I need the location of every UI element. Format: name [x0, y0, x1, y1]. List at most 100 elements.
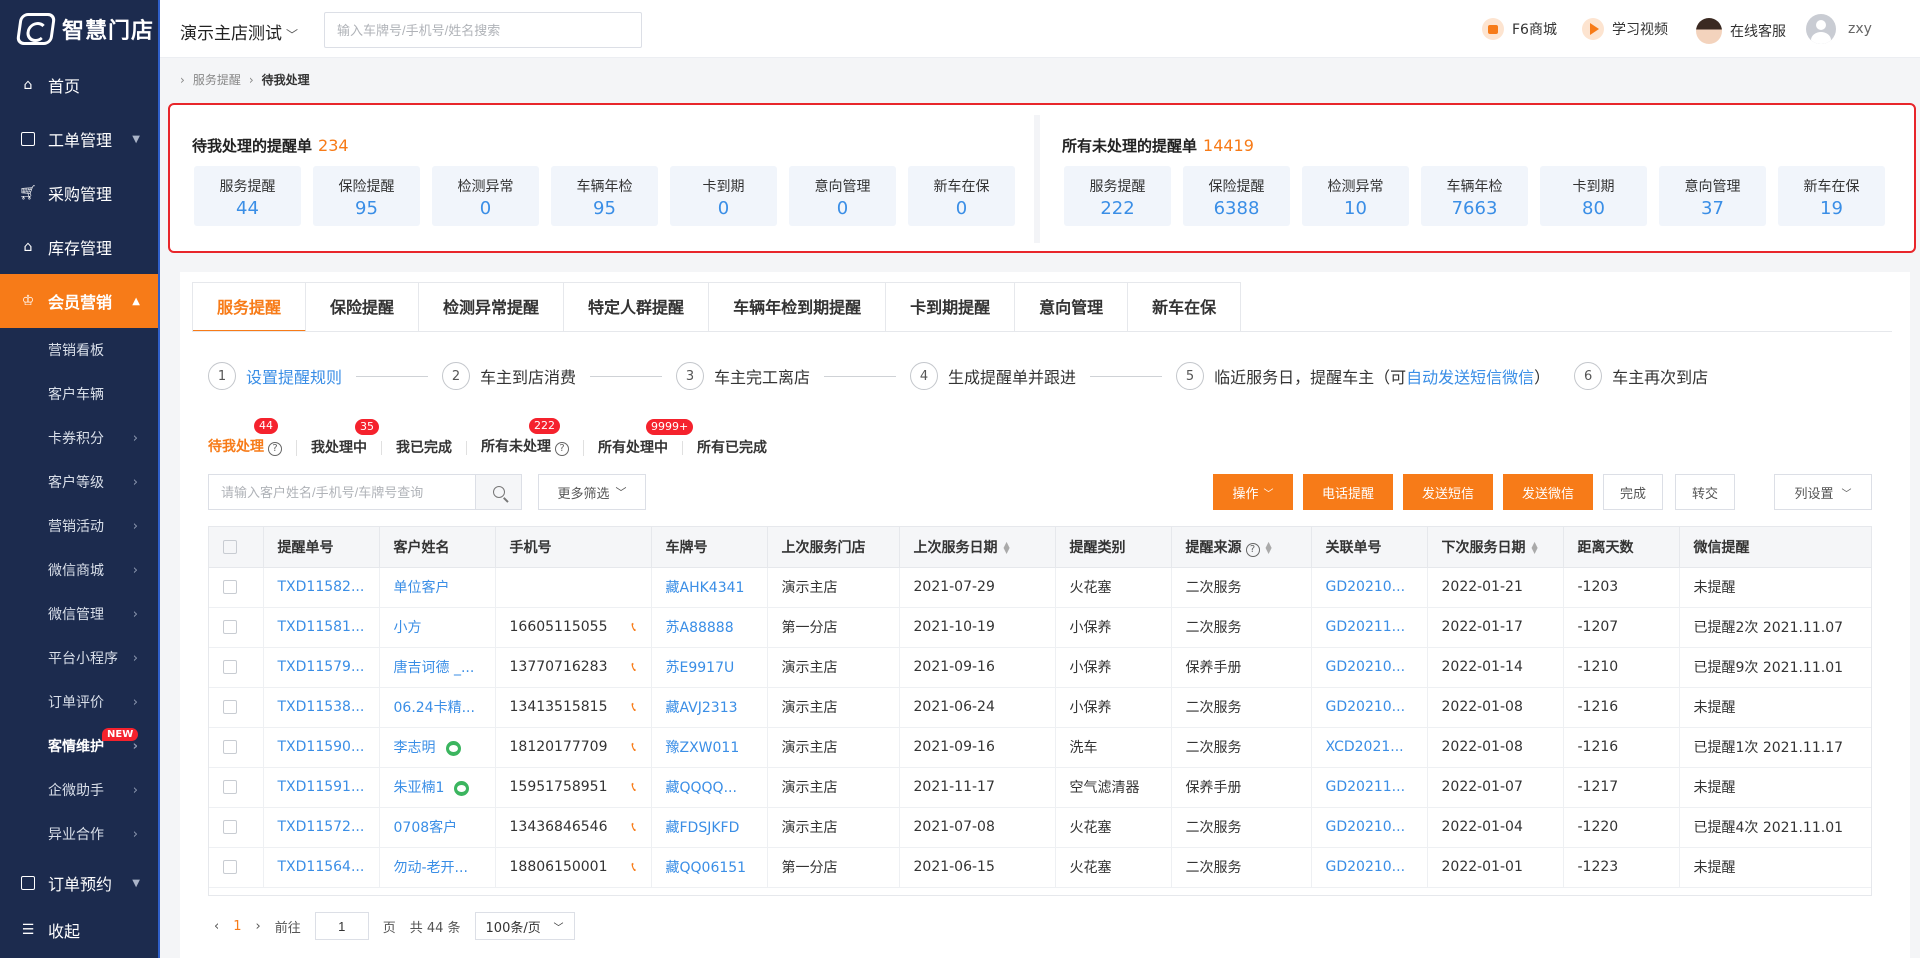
checkbox[interactable]	[223, 620, 237, 634]
help-icon[interactable]: ?	[1245, 542, 1260, 557]
more-filter-button[interactable]: 更多筛选 ﹀	[538, 474, 646, 510]
phone-icon[interactable]: 📞︎	[632, 620, 637, 635]
select-all-checkbox-cell[interactable]	[209, 527, 264, 568]
table-cell[interactable]: GD20210...	[1311, 647, 1428, 688]
phone-icon[interactable]: 📞︎	[632, 860, 637, 875]
table-row[interactable]: TXD11582... 单位客户 藏AHK4341 演示主店 2021-07-29 火花塞…	[209, 567, 1871, 608]
tab-intention[interactable]: 意向管理	[1015, 283, 1129, 332]
tab-annual-inspection[interactable]: 车辆年检到期提醒	[709, 283, 887, 332]
column-header-sortable[interactable]: 下次服务日期 ▲ ▼	[1427, 527, 1564, 568]
sidebar-sub-item[interactable]: 企微助手 ›	[0, 768, 158, 812]
tab-inspection-anomaly[interactable]: 检测异常提醒	[419, 283, 565, 332]
table-cell[interactable]: GD20210...	[1311, 847, 1428, 888]
table-cell[interactable]: GD20210...	[1311, 687, 1428, 728]
table-row[interactable]: TXD11581... 小方 16605115055 📞︎ 苏A88888 第一分店 202…	[209, 607, 1871, 648]
summary-card[interactable]: 新车在保 0	[908, 166, 1015, 226]
table-cell[interactable]: TXD11591...	[263, 767, 380, 808]
phone-icon[interactable]: 📞︎	[632, 700, 637, 715]
table-cell[interactable]: GD20210...	[1311, 567, 1428, 608]
customer-name-link[interactable]: 0708客户	[379, 807, 496, 848]
sidebar-collapse-button[interactable]: ☰ 收起	[0, 910, 158, 950]
summary-card[interactable]: 卡到期 80	[1540, 166, 1647, 226]
current-page[interactable]: 1	[233, 919, 241, 934]
send-wechat-button[interactable]: 发送微信	[1503, 474, 1593, 510]
summary-card[interactable]: 卡到期 0	[670, 166, 777, 226]
sidebar-item-home[interactable]: ⌂ 首页	[0, 58, 158, 112]
status-tab-all-pending[interactable]: 222 所有未处理?	[467, 418, 584, 456]
customer-name-link[interactable]: 勿动-老开...	[379, 847, 496, 888]
summary-card[interactable]: 保险提醒 6388	[1183, 166, 1290, 226]
online-service-link[interactable]: 在线客服	[1696, 18, 1786, 44]
sidebar-sub-item[interactable]: 客情维护 NEW ›	[0, 724, 158, 768]
sidebar-item-appointments[interactable]: 订单预约 ▼	[0, 856, 158, 910]
sidebar-sub-item[interactable]: 营销看板	[0, 328, 158, 372]
user-menu[interactable]: zxy	[1806, 14, 1872, 44]
customer-name-link[interactable]: 李志明	[379, 727, 496, 768]
global-search-input[interactable]	[324, 12, 642, 48]
column-header-sortable[interactable]: 提醒来源? ▲ ▼	[1171, 527, 1312, 568]
table-cell[interactable]: 苏E9917U	[651, 647, 768, 688]
status-tab-all-completed[interactable]: 所有已完成	[683, 441, 781, 455]
next-page-icon[interactable]: ›	[255, 919, 260, 934]
logo[interactable]: 智慧门店	[0, 0, 158, 58]
summary-card[interactable]: 检测异常 0	[432, 166, 539, 226]
table-cell[interactable]: 藏AVJ2313	[651, 687, 768, 728]
table-cell[interactable]: TXD11590...	[263, 727, 380, 768]
table-cell[interactable]: GD20211...	[1311, 767, 1428, 808]
send-sms-button[interactable]: 发送短信	[1403, 474, 1493, 510]
customer-name-link[interactable]: 朱亚楠1	[379, 767, 496, 808]
store-selector[interactable]: 演示主店测试 ﹀	[180, 19, 298, 44]
sort-icon[interactable]: ▲ ▼	[1266, 540, 1272, 554]
table-cell[interactable]: 藏QQQQ...	[651, 767, 768, 808]
sidebar-sub-item[interactable]: 卡券积分 ›	[0, 416, 158, 460]
summary-card[interactable]: 意向管理 0	[789, 166, 896, 226]
help-icon[interactable]: ?	[268, 442, 282, 456]
sidebar-sub-item[interactable]: 订单评价 ›	[0, 680, 158, 724]
help-icon[interactable]: ?	[555, 442, 569, 456]
tab-card-expiry[interactable]: 卡到期提醒	[886, 283, 1016, 332]
phone-icon[interactable]: 📞︎	[632, 660, 637, 675]
row-checkbox-cell[interactable]	[209, 607, 264, 648]
status-tab-my-pending[interactable]: 44 待我处理?	[208, 418, 297, 456]
page-jump-input[interactable]	[314, 912, 369, 940]
operation-dropdown-button[interactable]: 操作 ﹀	[1213, 474, 1293, 510]
summary-card[interactable]: 车辆年检 7663	[1421, 166, 1528, 226]
table-row[interactable]: TXD11538... 06.24卡精... 13413515815 📞︎ 藏AVJ23…	[209, 687, 1871, 728]
customer-name-link[interactable]: 06.24卡精...	[379, 687, 496, 728]
status-tab-my-completed[interactable]: 我已完成	[382, 441, 467, 455]
sidebar-sub-item[interactable]: 营销活动 ›	[0, 504, 158, 548]
page-size-select[interactable]: 100条/页 ﹀	[474, 912, 575, 940]
sidebar-sub-item[interactable]: 客户车辆	[0, 372, 158, 416]
phone-remind-button[interactable]: 电话提醒	[1303, 474, 1393, 510]
table-cell[interactable]: 藏FDSJKFD	[651, 807, 768, 848]
f6-mall-link[interactable]: F6商城	[1482, 18, 1557, 40]
table-row[interactable]: TXD11564... 勿动-老开... 18806150001 📞︎ 藏QQ06151…	[209, 847, 1871, 888]
table-row[interactable]: TXD11591... 朱亚楠1 15951758951 📞︎ 藏QQQQ... 演示主店…	[209, 767, 1871, 808]
summary-card[interactable]: 车辆年检 95	[551, 166, 658, 226]
table-cell[interactable]: 藏AHK4341	[651, 567, 768, 608]
table-row[interactable]: TXD11579... 唐吉诃德 _... 13770716283 📞︎ 苏E9917U…	[209, 647, 1871, 688]
table-cell[interactable]: TXD11582...	[263, 567, 380, 608]
summary-card[interactable]: 新车在保 19	[1778, 166, 1885, 226]
table-cell[interactable]: TXD11572...	[263, 807, 380, 848]
table-cell[interactable]: XCD2021...	[1311, 727, 1428, 768]
sidebar-sub-item[interactable]: 微信商城 ›	[0, 548, 158, 592]
sidebar-item-work-orders[interactable]: 工单管理 ▼	[0, 112, 158, 166]
tab-specific-group[interactable]: 特定人群提醒	[564, 283, 710, 332]
table-row[interactable]: TXD11590... 李志明 18120177709 📞︎ 豫ZXW011 演示主店 20…	[209, 727, 1871, 768]
summary-card[interactable]: 服务提醒 222	[1064, 166, 1171, 226]
status-tab-my-processing[interactable]: 35 我处理中	[297, 419, 382, 455]
row-checkbox-cell[interactable]	[209, 567, 264, 608]
table-cell[interactable]: TXD11538...	[263, 687, 380, 728]
tab-insurance-reminder[interactable]: 保险提醒	[306, 283, 420, 332]
row-checkbox-cell[interactable]	[209, 807, 264, 848]
row-checkbox-cell[interactable]	[209, 727, 264, 768]
table-cell[interactable]: 藏QQ06151	[651, 847, 768, 888]
table-cell[interactable]: TXD11581...	[263, 607, 380, 648]
table-cell[interactable]: TXD11564...	[263, 847, 380, 888]
sidebar-item-inventory[interactable]: ⌂ 库存管理	[0, 220, 158, 274]
checkbox[interactable]	[223, 580, 237, 594]
sidebar-sub-item[interactable]: 微信管理 ›	[0, 592, 158, 636]
checkbox[interactable]	[223, 820, 237, 834]
sidebar-sub-item[interactable]: 平台小程序 ›	[0, 636, 158, 680]
